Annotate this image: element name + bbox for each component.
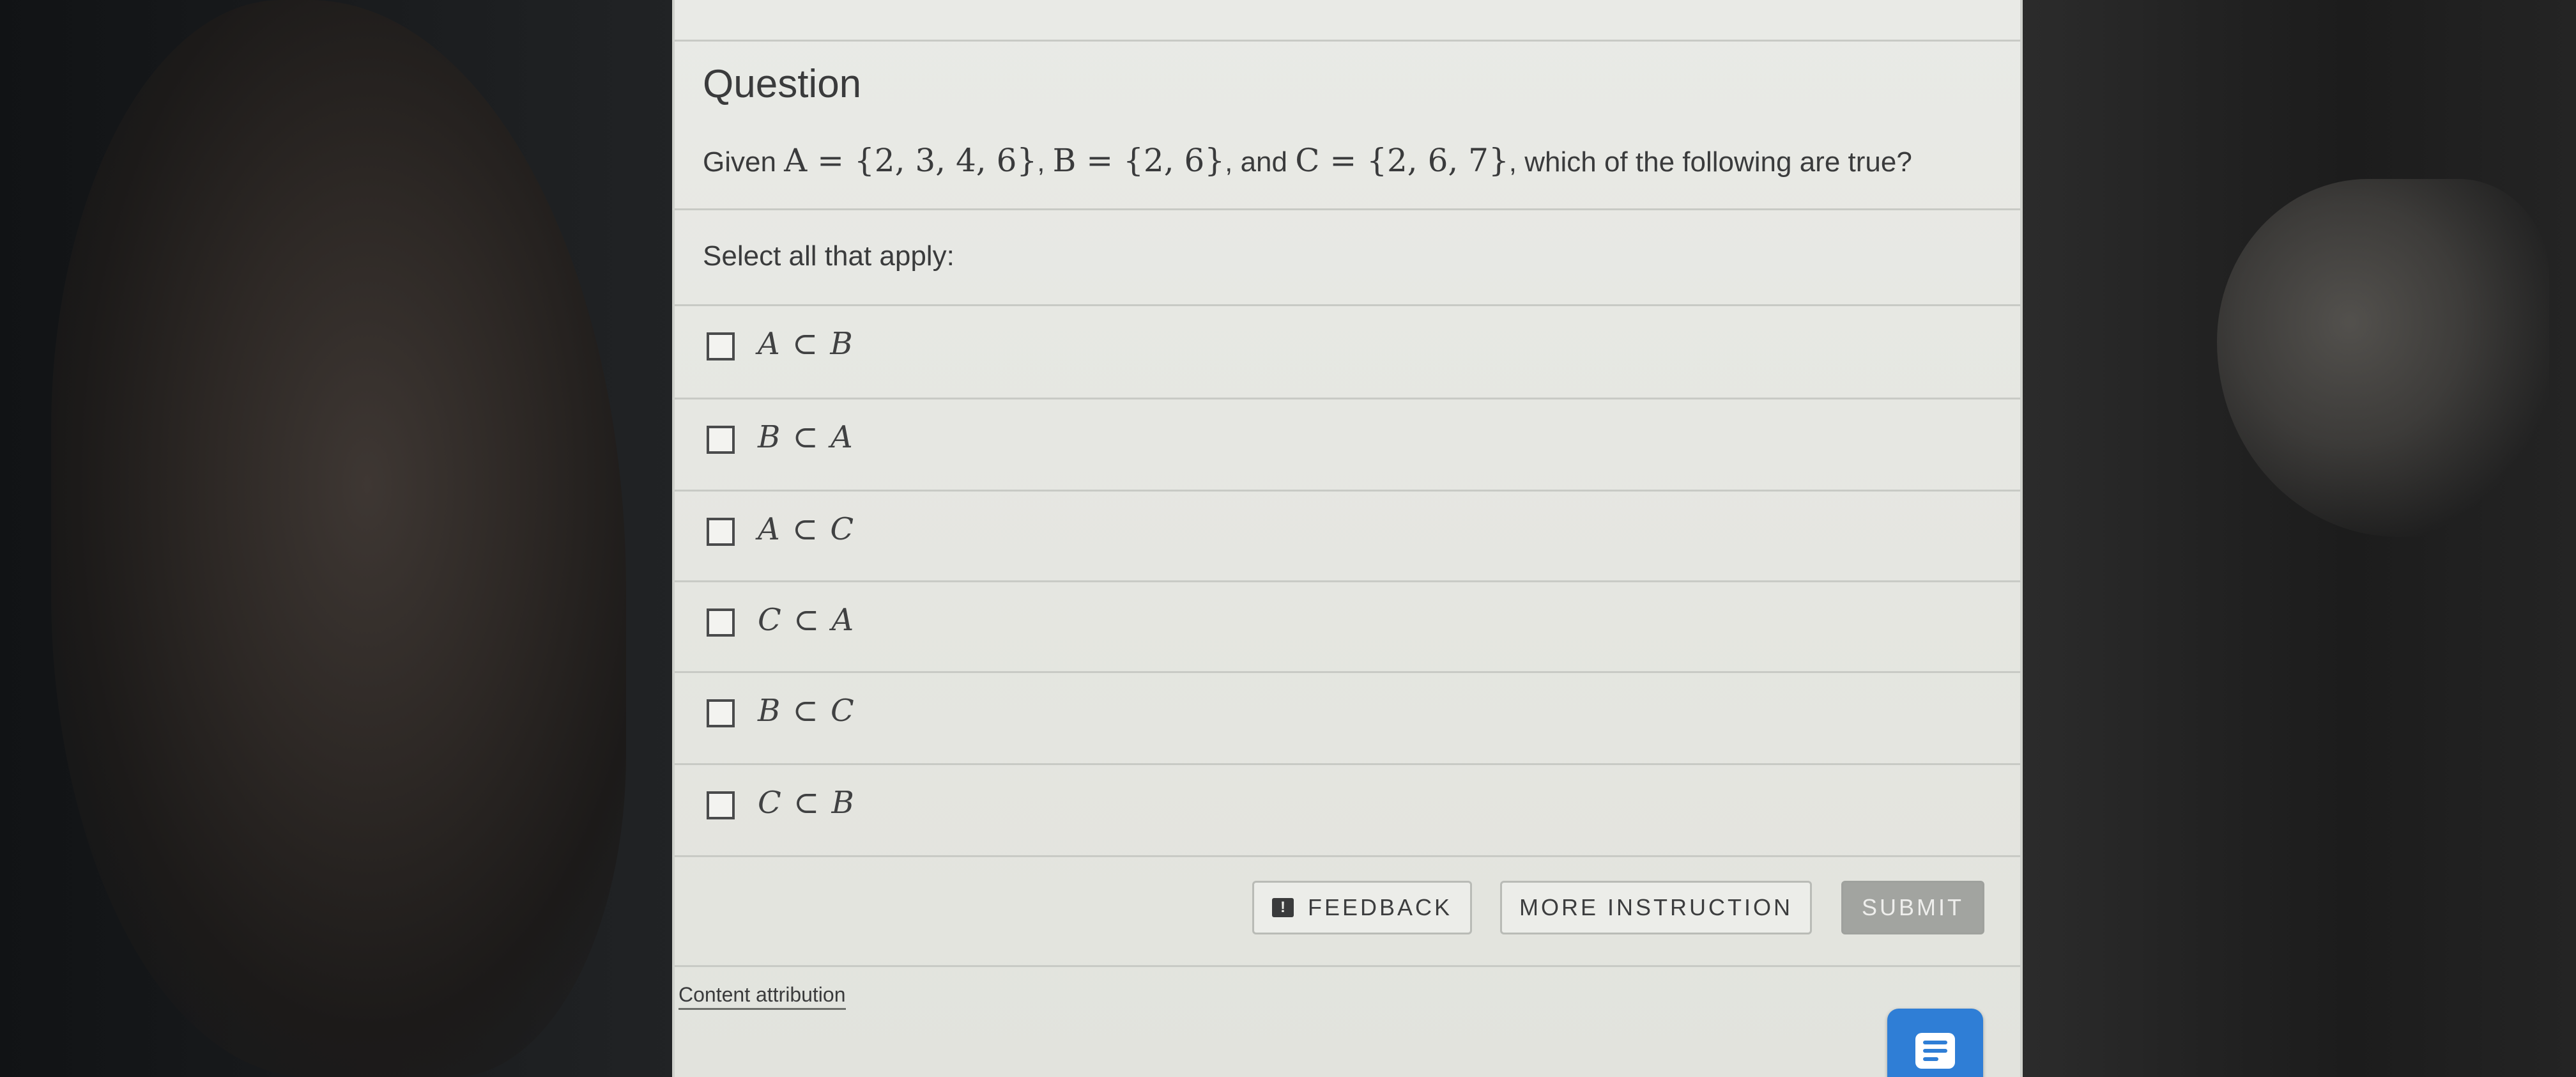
option-label: C ⊂ B: [758, 785, 855, 821]
option-a-subset-b[interactable]: A ⊂ B: [675, 306, 2020, 395]
background-hand: [51, 0, 626, 1077]
feedback-button[interactable]: ! FEEDBACK: [1252, 881, 1472, 934]
option-label: A ⊂ C: [758, 511, 855, 547]
prompt-prefix: Given: [703, 146, 785, 178]
set-a-expression: A = {2, 3, 4, 6}: [784, 142, 1038, 179]
page-title: Question: [703, 62, 862, 106]
more-instruction-label: MORE INSTRUCTION: [1519, 894, 1793, 920]
feedback-label: FEEDBACK: [1307, 894, 1453, 920]
chat-message-icon: [1915, 1033, 1955, 1069]
chat-button[interactable]: [1887, 1009, 1983, 1077]
prompt-separator: ,: [1037, 146, 1053, 178]
divider: [675, 855, 2020, 857]
checkbox[interactable]: [707, 332, 735, 360]
option-c-subset-b[interactable]: C ⊂ B: [675, 764, 2020, 854]
submit-button[interactable]: SUBMIT: [1841, 881, 1984, 934]
divider: [675, 208, 2020, 210]
content-attribution-link[interactable]: Content attribution: [678, 983, 846, 1010]
option-b-subset-a[interactable]: B ⊂ A: [675, 399, 2020, 488]
checkbox[interactable]: [707, 791, 735, 819]
question-panel: Question Given A = {2, 3, 4, 6}, B = {2,…: [672, 0, 2023, 1077]
checkbox[interactable]: [707, 426, 735, 454]
set-b-expression: B = {2, 6}: [1052, 142, 1225, 179]
chat-icon-line: [1923, 1041, 1947, 1044]
checkbox[interactable]: [707, 608, 735, 637]
divider: [675, 965, 2020, 967]
photo-scene: Question Given A = {2, 3, 4, 6}, B = {2,…: [0, 0, 2576, 1077]
option-b-subset-c[interactable]: B ⊂ C: [675, 672, 2020, 762]
chat-icon-line: [1923, 1049, 1947, 1053]
question-prompt: Given A = {2, 3, 4, 6}, B = {2, 6}, and …: [703, 142, 1912, 179]
prompt-suffix: , which of the following are true?: [1508, 146, 1912, 178]
option-label: C ⊂ A: [758, 602, 855, 638]
exclamation-bubble-icon: !: [1271, 898, 1294, 917]
more-instruction-button[interactable]: MORE INSTRUCTION: [1500, 881, 1812, 934]
prompt-separator: , and: [1225, 146, 1296, 178]
background-right: [2012, 0, 2576, 1077]
select-instructions: Select all that apply:: [703, 240, 954, 272]
divider: [675, 40, 2020, 42]
chat-icon-line: [1923, 1057, 1938, 1061]
option-a-subset-c[interactable]: A ⊂ C: [675, 491, 2020, 580]
option-c-subset-a[interactable]: C ⊂ A: [675, 582, 2020, 671]
option-label: B ⊂ A: [758, 419, 854, 455]
option-label: B ⊂ C: [758, 693, 855, 729]
set-c-expression: C = {2, 6, 7}: [1295, 142, 1509, 179]
submit-label: SUBMIT: [1861, 894, 1964, 920]
option-label: A ⊂ B: [758, 326, 854, 362]
checkbox[interactable]: [707, 518, 735, 546]
checkbox[interactable]: [707, 699, 735, 727]
